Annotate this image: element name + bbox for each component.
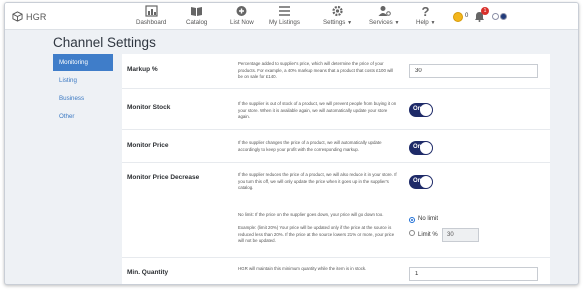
notification-badge: 1: [481, 7, 489, 15]
settings-panel: Markup % Percentage added to supplier's …: [122, 54, 550, 284]
setting-row-monitor-price-decrease: Monitor Price Decrease If the supplier r…: [122, 163, 550, 258]
list-icon: [278, 6, 290, 16]
min-quantity-input[interactable]: [409, 267, 538, 281]
chevron-down-icon: ▼: [430, 20, 436, 26]
sidebar-item-business[interactable]: Business: [53, 90, 113, 107]
no-limit-note: No limit: If the price on the supplier g…: [238, 212, 384, 217]
monitor-price-toggle[interactable]: On: [409, 141, 433, 155]
nav-catalog[interactable]: Catalog: [186, 5, 207, 26]
setting-label: Min. Quantity: [127, 269, 169, 276]
setting-description: If the supplier is out of stock of a pro…: [238, 101, 397, 120]
top-navbar: HGR Dashboard Catalog List Now My Listin…: [5, 3, 578, 30]
monitor-stock-toggle[interactable]: On: [409, 103, 433, 117]
sidebar-item-other[interactable]: Other: [53, 108, 113, 125]
logo[interactable]: HGR: [12, 11, 47, 22]
gear-icon: [332, 5, 343, 17]
toggle-knob: [420, 142, 432, 154]
user-gear-icon: [378, 6, 391, 16]
nav-services[interactable]: Services ▼: [369, 5, 399, 26]
app-window: HGR Dashboard Catalog List Now My Listin…: [4, 2, 579, 285]
nav-label: Catalog: [186, 19, 208, 26]
nav-label: Dashboard: [136, 19, 167, 26]
nav-label: My Listings: [269, 19, 300, 26]
setting-row-markup: Markup % Percentage added to supplier's …: [122, 54, 550, 89]
monitor-price-decrease-toggle[interactable]: On: [409, 175, 433, 189]
question-icon: ?: [422, 5, 430, 17]
coin-icon[interactable]: [453, 12, 463, 22]
nav-label: Services ▼: [369, 19, 400, 26]
setting-row-min-quantity: Min. Quantity HGR will maintain this min…: [122, 258, 550, 284]
dashboard-icon: [145, 5, 158, 17]
setting-label: Monitor Price Decrease: [127, 174, 200, 181]
toggle-knob: [420, 176, 432, 188]
logo-text: HGR: [26, 11, 47, 22]
setting-row-monitor-price: Monitor Price If the supplier changes th…: [122, 130, 550, 163]
book-icon: [191, 7, 203, 16]
sidebar-item-monitoring[interactable]: Monitoring: [53, 54, 113, 71]
setting-label: Monitor Stock: [127, 104, 171, 111]
limit-percent-input[interactable]: 30: [442, 228, 479, 242]
nav-label: List Now: [230, 19, 254, 26]
nav-label: Help ▼: [416, 19, 436, 26]
plus-circle-icon: [236, 6, 247, 16]
coin-count: 0: [465, 13, 469, 19]
setting-description: Percentage added to supplier's price, wh…: [238, 61, 394, 80]
limit-radio[interactable]: [409, 230, 415, 236]
uk-flag-icon[interactable]: [500, 13, 507, 20]
language-flag-icon[interactable]: [492, 13, 499, 20]
chevron-down-icon: ▼: [347, 20, 353, 26]
nav-help[interactable]: ? Help ▼: [416, 5, 435, 26]
nav-settings[interactable]: Settings ▼: [323, 5, 352, 26]
svg-text:?: ?: [422, 5, 430, 17]
setting-label: Markup %: [127, 66, 158, 73]
toggle-knob: [420, 104, 432, 116]
limit-example: Example: (limit 20%) Your price will be …: [238, 225, 395, 244]
markup-input[interactable]: [409, 64, 538, 78]
nav-list-now[interactable]: List Now: [230, 5, 254, 26]
radio-label: No limit: [418, 216, 439, 222]
cube-logo-icon: [12, 11, 23, 22]
settings-sidebar: Monitoring Listing Business Other: [53, 54, 113, 126]
sidebar-item-listing[interactable]: Listing: [53, 72, 113, 89]
setting-description: HGR will maintain this minimum quantity …: [238, 266, 367, 271]
setting-label: Monitor Price: [127, 142, 169, 149]
nav-dashboard[interactable]: Dashboard: [136, 5, 166, 26]
nav-my-listings[interactable]: My Listings: [269, 5, 300, 26]
chevron-down-icon: ▼: [394, 20, 400, 26]
setting-description: If the supplier reduces the price of a p…: [238, 172, 397, 191]
nav-label: Settings ▼: [323, 19, 353, 26]
page-title: Channel Settings: [53, 35, 156, 50]
no-limit-radio[interactable]: [409, 217, 415, 223]
setting-row-monitor-stock: Monitor Stock If the supplier is out of …: [122, 89, 550, 130]
radio-label: Limit %: [418, 232, 438, 238]
setting-description: If the supplier changes the price of a p…: [238, 140, 382, 152]
